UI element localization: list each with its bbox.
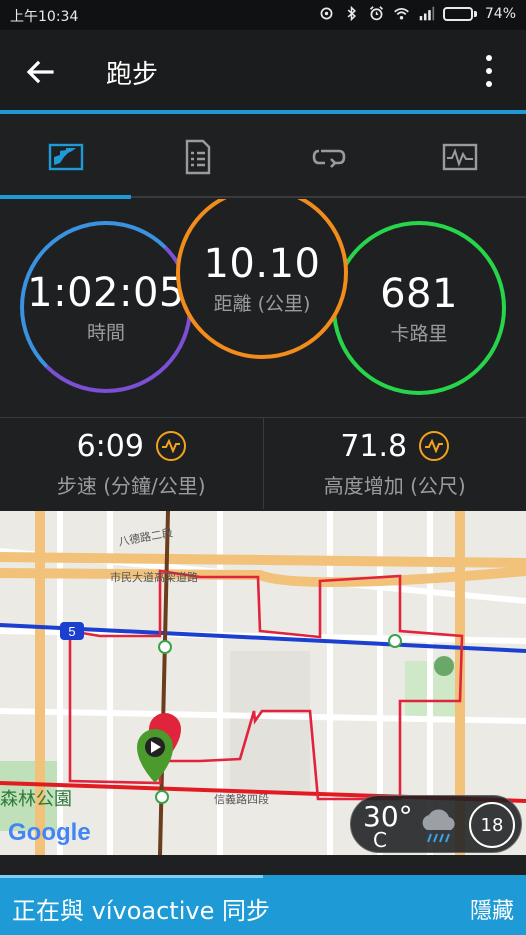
- wind-speed-icon: 18: [469, 802, 515, 848]
- status-time: 上午10:34: [10, 9, 79, 25]
- weather-temp: 30°: [363, 800, 413, 833]
- elevation-value: 71.8: [340, 428, 408, 464]
- pace-chart-icon[interactable]: [155, 431, 186, 461]
- weather-widget: 30° C 18: [350, 795, 522, 853]
- stats-chart-icon: [48, 143, 83, 171]
- loop-icon: [312, 149, 346, 168]
- hide-button[interactable]: 隱藏: [470, 893, 514, 925]
- battery-percent: 74%: [484, 5, 516, 22]
- battery-icon: [442, 6, 477, 21]
- calories-stat-circle: 681 卡路里: [332, 221, 506, 395]
- calories-value: 681: [380, 270, 458, 317]
- tab-laps[interactable]: [263, 114, 395, 200]
- more-menu-icon[interactable]: [482, 53, 496, 89]
- route-map[interactable]: 5 八德路二段 市民大道高架道路 信義路四段 森林公園 Google 30° C…: [0, 511, 526, 855]
- rain-cloud-icon: [422, 809, 455, 843]
- sync-progress-bar: [0, 875, 263, 878]
- distance-value: 10.10: [203, 240, 321, 287]
- elevation-label: 高度增加 (公尺): [323, 473, 466, 498]
- pace-value: 6:09: [76, 428, 144, 464]
- app-bar: 跑步: [0, 30, 526, 112]
- spacer: [0, 855, 526, 875]
- road-label-3: 信義路四段: [214, 794, 269, 806]
- pace-label: 步速 (分鐘/公里): [56, 473, 206, 498]
- page-title: 跑步: [106, 60, 159, 90]
- park-label: 森林公園: [0, 789, 72, 809]
- elevation-metric: 71.8 高度增加 (公尺): [262, 418, 526, 509]
- sync-icon: [320, 7, 333, 20]
- tab-details[interactable]: [132, 114, 264, 200]
- tab-bar: [0, 114, 526, 200]
- status-bar: 上午10:34 74%: [0, 0, 526, 30]
- sync-banner: 正在與 vívoactive 同步 隱藏: [0, 875, 526, 935]
- pace-metric: 6:09 步速 (分鐘/公里): [0, 418, 263, 509]
- stat-circles: 1:02:05 時間 681 卡路里 10.10 距離 (公里): [0, 199, 526, 417]
- distance-label: 距離 (公里): [213, 292, 311, 315]
- time-value: 1:02:05: [27, 269, 185, 316]
- svg-text:5: 5: [68, 624, 75, 639]
- tab-graphs[interactable]: [395, 114, 526, 200]
- weather-unit: C: [373, 828, 387, 852]
- wifi-icon: [394, 7, 409, 20]
- calories-label: 卡路里: [390, 322, 448, 345]
- tab-overview[interactable]: [0, 114, 132, 200]
- google-logo: Google: [8, 819, 91, 846]
- sync-message: 正在與 vívoactive 同步: [12, 897, 270, 925]
- signal-icon: [419, 6, 435, 21]
- document-list-icon: [186, 139, 211, 175]
- metrics-row: 6:09 步速 (分鐘/公里) 71.8 高度增加 (公尺): [0, 417, 526, 509]
- elevation-chart-icon[interactable]: [419, 431, 450, 461]
- back-arrow-icon[interactable]: [22, 54, 58, 90]
- road-label-2: 市民大道高架道路: [110, 572, 198, 584]
- time-stat-circle: 1:02:05 時間: [20, 221, 192, 393]
- distance-stat-circle: 10.10 距離 (公里): [176, 199, 348, 359]
- status-icons: 74%: [318, 5, 516, 22]
- bluetooth-icon: [347, 5, 356, 22]
- alarm-icon: [369, 6, 383, 21]
- time-label: 時間: [86, 321, 125, 344]
- waveform-icon: [443, 143, 478, 171]
